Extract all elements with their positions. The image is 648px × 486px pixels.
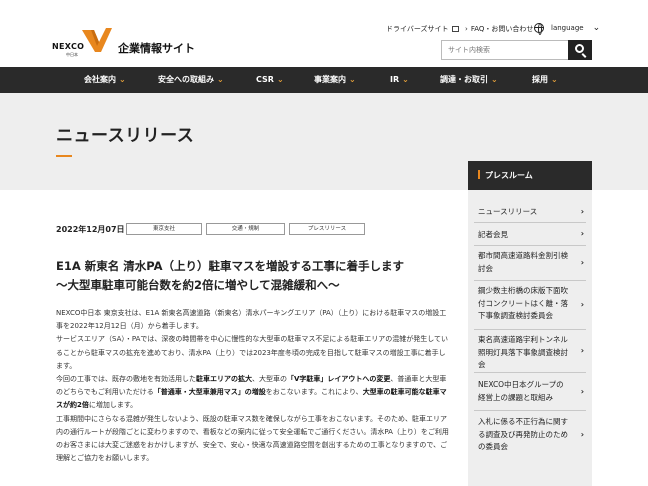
sidebar-item-toll-discount[interactable]: 都市間高速道路料金割引検討会 › (474, 246, 586, 281)
chevron-down-icon: ⌄ (349, 75, 356, 84)
chevron-down-icon: ⌄ (491, 75, 498, 84)
sidebar-item-tunnel-light[interactable]: 東名高速道路宇利トンネル照明灯具落下事象調査検討会 › (474, 330, 586, 373)
paragraph-1: NEXCO中日本 東京支社は、E1A 新東名高速道路（新東名）清水パーキングエリ… (56, 309, 447, 331)
sidebar-heading: プレスルーム (468, 161, 592, 190)
faq-chevron-icon: › (465, 25, 468, 33)
language-selector[interactable]: language ⌄ (534, 23, 601, 35)
faq-contact-link[interactable]: › FAQ・お問い合わせ (465, 24, 533, 34)
headline-line-1: E1A 新東名 清水PA（上り）駐車マスを増設する工事に着手します (56, 259, 405, 273)
sidebar-item-label: 鋼少数主桁橋の床版下面吹付コンクリートはく離・落下事象調査検討委員会 (478, 286, 568, 320)
nav-procurement[interactable]: 調達・お取引 ⌄ (440, 67, 498, 93)
chevron-down-icon: ⌄ (217, 75, 224, 84)
sidebar-item-label: 入札に係る不正行為に関する調査及び再発防止のための委員会 (478, 417, 568, 451)
chevron-right-icon: › (580, 429, 584, 439)
globe-icon (534, 23, 544, 35)
title-accent-line (56, 155, 72, 157)
sidebar-item-press-conference[interactable]: 記者会見 › (474, 223, 586, 246)
driver-site-label: ドライバーズサイト (386, 25, 449, 33)
nav-ir-label: IR (390, 75, 400, 84)
nav-safety[interactable]: 安全への取組み ⌄ (158, 67, 224, 93)
sidebar-item-label: 都市間高速道路料金割引検討会 (478, 251, 568, 273)
nav-procurement-label: 調達・お取引 (440, 75, 488, 84)
chevron-down-icon: ⌄ (551, 75, 558, 84)
sidebar-item-label: ニュースリリース (478, 207, 538, 216)
sidebar-item-label: NEXCO中日本グループの経営上の課題と取組み (478, 380, 564, 402)
chevron-down-icon: ⌄ (119, 75, 126, 84)
chevron-right-icon: › (580, 257, 584, 267)
chevron-down-icon: ⌄ (592, 23, 601, 33)
nav-safety-label: 安全への取組み (158, 75, 214, 84)
site-search (441, 40, 592, 60)
search-input[interactable] (441, 40, 568, 60)
global-nav: 会社案内 ⌄ 安全への取組み ⌄ CSR ⌄ 事業案内 ⌄ IR ⌄ 調達・お取引 ⌄ 採用… (0, 67, 648, 93)
sidebar-item-label: 東名高速道路宇利トンネル照明灯具落下事象調査検討会 (478, 335, 568, 369)
logo-subtext: 中日本 (66, 52, 78, 57)
sidebar-item-bid-rigging-committee[interactable]: 入札に係る不正行為に関する調査及び再発防止のための委員会 › (474, 411, 586, 459)
search-button[interactable] (568, 40, 592, 60)
external-link-icon (451, 26, 459, 32)
sidebar-item-management-issues[interactable]: NEXCO中日本グループの経営上の課題と取組み › (474, 373, 586, 411)
language-label: language (551, 24, 584, 32)
faq-contact-label: FAQ・お問い合わせ (470, 25, 534, 33)
nav-business-label: 事業案内 (314, 75, 346, 84)
tag-tokyo-branch[interactable]: 東京支社 (126, 223, 202, 235)
paragraph-2: サービスエリア（SA）・PAでは、深夜の時間帯を中心に慢性的な大型車の駐車マス不… (56, 335, 449, 370)
sidebar-item-news-release[interactable]: ニュースリリース › (474, 201, 586, 223)
sidebar-item-label: 記者会見 (478, 230, 508, 239)
nexco-logo[interactable]: NEXCO 中日本 (52, 28, 114, 60)
tag-press-release[interactable]: プレスリリース (289, 223, 365, 235)
logo-wordmark: NEXCO (52, 42, 85, 51)
sidebar-heading-label: プレスルーム (485, 171, 533, 180)
paragraph-4: 工事期間中にさらなる混雑が発生しないよう、既設の駐車マス数を確保しながら工事をお… (56, 414, 449, 463)
nav-recruit[interactable]: 採用 ⌄ (532, 67, 558, 93)
nav-company-label: 会社案内 (84, 75, 116, 84)
chevron-right-icon: › (580, 386, 584, 396)
chevron-right-icon: › (580, 206, 584, 216)
chevron-right-icon: › (580, 345, 584, 355)
article-headline: E1A 新東名 清水PA（上り）駐車マスを増設する工事に着手します 〜大型車駐車… (56, 257, 452, 295)
nav-company[interactable]: 会社案内 ⌄ (84, 67, 126, 93)
nav-csr-label: CSR (256, 75, 274, 84)
search-icon (575, 44, 584, 53)
sidebar-item-deck-investigation[interactable]: 鋼少数主桁橋の床版下面吹付コンクリートはく離・落下事象調査検討委員会 › (474, 281, 586, 330)
site-header: NEXCO 中日本 企業情報サイト ドライバーズサイト › FAQ・お問い合わせ… (0, 0, 648, 67)
headline-line-2: 〜大型車駐車可能台数を約2倍に増やして混雑緩和へ〜 (56, 278, 340, 292)
heading-accent-bar (478, 170, 480, 179)
nexco-v-logo-icon (82, 28, 112, 52)
chevron-right-icon: › (580, 299, 584, 309)
chevron-right-icon: › (580, 228, 584, 238)
article-date: 2022年12月07日 (56, 225, 125, 234)
paragraph-3: 今回の工事では、既存の敷地を有効活用した駐車エリアの拡大、大型車の「V字駐車」レ… (56, 375, 447, 410)
chevron-down-icon: ⌄ (402, 75, 409, 84)
nav-business[interactable]: 事業案内 ⌄ (314, 67, 356, 93)
tag-traffic[interactable]: 交通・規制 (206, 223, 285, 235)
nav-recruit-label: 採用 (532, 75, 548, 84)
page-title: ニュースリリース (56, 126, 195, 146)
nav-ir[interactable]: IR ⌄ (390, 67, 409, 93)
site-name[interactable]: 企業情報サイト (118, 40, 195, 56)
chevron-down-icon: ⌄ (276, 75, 284, 84)
article-body: NEXCO中日本 東京支社は、E1A 新東名高速道路（新東名）清水パーキングエリ… (56, 307, 452, 465)
nav-csr[interactable]: CSR ⌄ (256, 67, 284, 93)
driver-site-link[interactable]: ドライバーズサイト (386, 24, 459, 34)
